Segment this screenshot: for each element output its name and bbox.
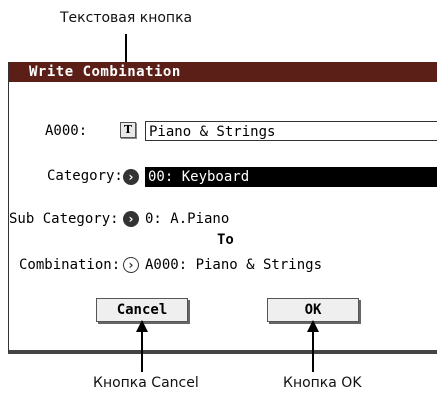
cancel-button[interactable]: Cancel <box>96 298 188 322</box>
subcategory-value[interactable]: 0: A.Piano <box>145 211 229 227</box>
name-field[interactable]: Piano & Strings <box>145 121 437 141</box>
name-label: A000: <box>45 123 88 139</box>
dialog-title: Write Combination <box>9 62 437 82</box>
write-combination-dialog: Write Combination A000: T Piano & String… <box>8 62 437 354</box>
combination-value[interactable]: A000: Piano & Strings <box>145 257 322 273</box>
callout-ok-button: Кнопка OK <box>283 375 362 391</box>
callout-line-cancel <box>141 330 143 372</box>
category-field[interactable]: 00: Keyboard <box>145 167 437 187</box>
to-label: To <box>217 232 234 248</box>
callout-cancel-button: Кнопка Cancel <box>93 375 199 391</box>
callout-text-button: Текстовая кнопка <box>60 10 193 26</box>
text-edit-icon[interactable]: T <box>120 122 136 138</box>
subcategory-label: Sub Category: <box>9 211 119 227</box>
callout-line-ok <box>312 330 314 372</box>
combination-select-icon[interactable]: › <box>123 257 139 273</box>
combination-label: Combination: <box>19 257 121 273</box>
category-select-icon[interactable]: › <box>123 169 139 185</box>
subcategory-select-icon[interactable]: › <box>123 211 139 227</box>
ok-button[interactable]: OK <box>267 298 359 322</box>
category-label: Category: <box>47 168 123 184</box>
